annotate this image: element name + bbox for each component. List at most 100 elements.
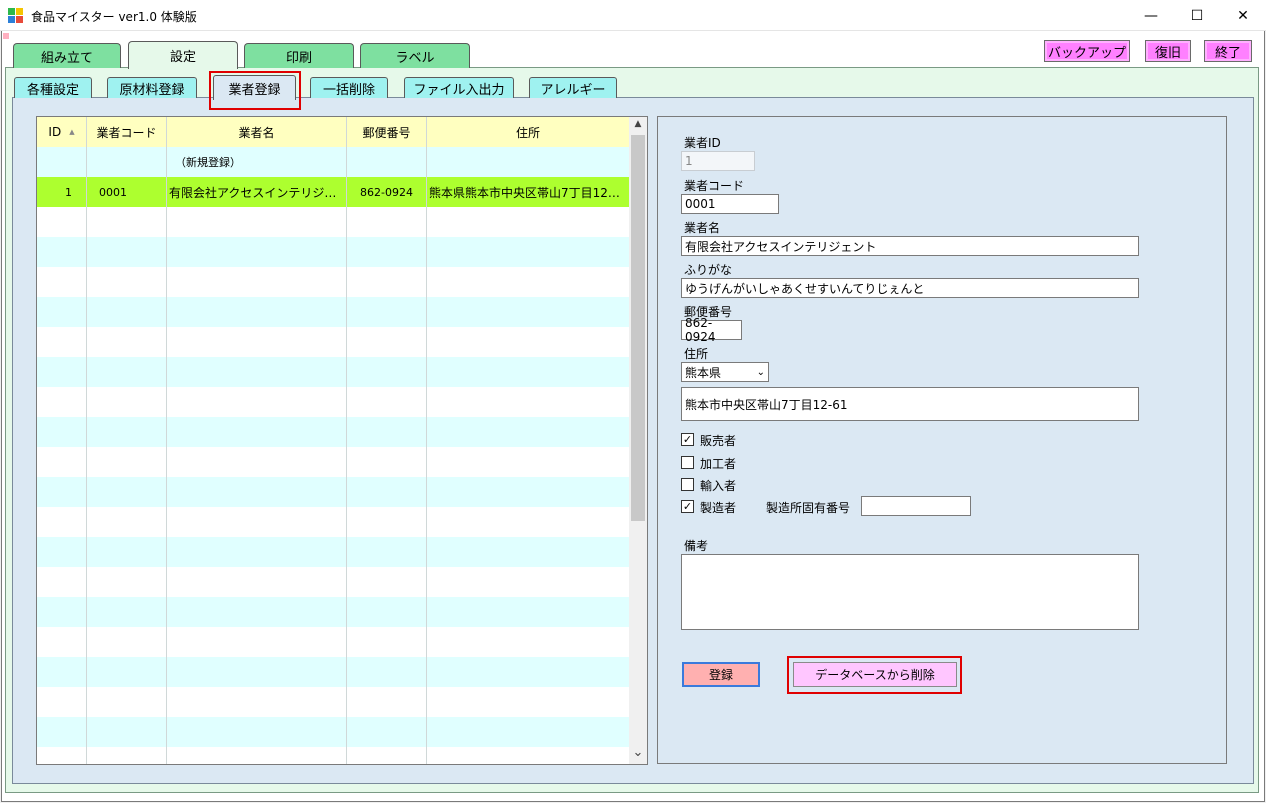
- empty-cell[interactable]: [347, 717, 427, 747]
- processor-checkbox[interactable]: [681, 456, 694, 469]
- empty-cell[interactable]: [37, 477, 87, 507]
- column-header-name[interactable]: 業者名: [167, 117, 347, 147]
- column-header-address[interactable]: 住所: [427, 117, 630, 147]
- empty-cell[interactable]: [167, 387, 347, 417]
- empty-cell[interactable]: [37, 747, 87, 764]
- zip-field[interactable]: 862-0924: [681, 316, 742, 344]
- empty-cell[interactable]: [347, 297, 427, 327]
- empty-cell[interactable]: [347, 477, 427, 507]
- restore-button[interactable]: 復旧: [1145, 40, 1191, 62]
- table-row-empty[interactable]: [37, 417, 630, 447]
- empty-cell[interactable]: [87, 747, 167, 764]
- column-header-zip[interactable]: 郵便番号: [347, 117, 427, 147]
- empty-cell[interactable]: [427, 567, 630, 597]
- table-row-empty[interactable]: [37, 717, 630, 747]
- cell-address[interactable]: 熊本県熊本市中央区帯山7丁目12…: [427, 177, 630, 207]
- empty-cell[interactable]: [167, 717, 347, 747]
- empty-cell[interactable]: [347, 327, 427, 357]
- importer-checkbox[interactable]: [681, 478, 694, 491]
- vendor-code-field[interactable]: 0001: [681, 194, 779, 214]
- cell-zip[interactable]: 862-0924: [347, 177, 427, 207]
- empty-cell[interactable]: [87, 327, 167, 357]
- empty-cell[interactable]: [347, 627, 427, 657]
- empty-cell[interactable]: [37, 447, 87, 477]
- empty-cell[interactable]: [427, 537, 630, 567]
- empty-cell[interactable]: [167, 537, 347, 567]
- empty-cell[interactable]: [167, 477, 347, 507]
- table-row-empty[interactable]: [37, 477, 630, 507]
- empty-cell[interactable]: [37, 567, 87, 597]
- empty-cell[interactable]: [87, 687, 167, 717]
- empty-cell[interactable]: [37, 267, 87, 297]
- empty-cell[interactable]: [347, 237, 427, 267]
- table-row-empty[interactable]: [37, 447, 630, 477]
- vendor-name-field[interactable]: 有限会社アクセスインテリジェント: [681, 236, 1139, 256]
- close-button[interactable]: ✕: [1220, 0, 1266, 31]
- empty-cell[interactable]: [427, 297, 630, 327]
- empty-cell[interactable]: [37, 297, 87, 327]
- empty-cell[interactable]: [167, 357, 347, 387]
- empty-cell[interactable]: [87, 387, 167, 417]
- empty-cell[interactable]: [427, 387, 630, 417]
- empty-cell[interactable]: [427, 327, 630, 357]
- empty-cell[interactable]: [427, 447, 630, 477]
- empty-cell[interactable]: [427, 207, 630, 237]
- table-row-empty[interactable]: [37, 357, 630, 387]
- subtab-allergy[interactable]: アレルギー: [529, 77, 617, 98]
- table-row-empty[interactable]: [37, 627, 630, 657]
- table-row-empty[interactable]: [37, 297, 630, 327]
- empty-cell[interactable]: [167, 237, 347, 267]
- cell-code[interactable]: 0001: [87, 177, 167, 207]
- maximize-button[interactable]: ☐: [1174, 0, 1220, 31]
- column-header-id[interactable]: ID ▲: [37, 117, 87, 147]
- empty-cell[interactable]: [37, 417, 87, 447]
- table-row-empty[interactable]: [37, 537, 630, 567]
- notes-field[interactable]: [681, 554, 1139, 630]
- empty-cell[interactable]: [347, 537, 427, 567]
- new-entry-cell[interactable]: （新規登録）: [167, 147, 347, 177]
- empty-cell[interactable]: [87, 627, 167, 657]
- empty-cell[interactable]: [37, 207, 87, 237]
- empty-cell[interactable]: [427, 267, 630, 297]
- column-header-code[interactable]: 業者コード: [87, 117, 167, 147]
- empty-cell[interactable]: [87, 297, 167, 327]
- empty-cell[interactable]: [347, 447, 427, 477]
- minimize-button[interactable]: —: [1128, 0, 1174, 31]
- empty-cell[interactable]: [427, 717, 630, 747]
- empty-cell[interactable]: [427, 627, 630, 657]
- subtab-file-io[interactable]: ファイル入出力: [404, 77, 514, 98]
- subtab-bulk-delete[interactable]: 一括削除: [310, 77, 388, 98]
- empty-cell[interactable]: [87, 237, 167, 267]
- empty-cell[interactable]: [167, 657, 347, 687]
- empty-cell[interactable]: [87, 657, 167, 687]
- furigana-field[interactable]: ゆうげんがいしゃあくせすいんてりじぇんと: [681, 278, 1139, 298]
- empty-cell[interactable]: [167, 507, 347, 537]
- empty-cell[interactable]: [347, 357, 427, 387]
- empty-cell[interactable]: [167, 327, 347, 357]
- cell-id[interactable]: 1: [37, 177, 87, 207]
- table-row-empty[interactable]: [37, 207, 630, 237]
- subtab-ingredient-registration[interactable]: 原材料登録: [107, 77, 197, 98]
- cell-name[interactable]: 有限会社アクセスインテリジ…: [167, 177, 347, 207]
- empty-cell[interactable]: [167, 297, 347, 327]
- table-row-empty[interactable]: [37, 747, 630, 764]
- backup-button[interactable]: バックアップ: [1044, 40, 1130, 62]
- tab-label[interactable]: ラベル: [360, 43, 470, 68]
- seller-checkbox[interactable]: ✓: [681, 433, 694, 446]
- exit-button[interactable]: 終了: [1204, 40, 1252, 62]
- table-row-empty[interactable]: [37, 567, 630, 597]
- empty-cell[interactable]: [37, 627, 87, 657]
- empty-cell[interactable]: [167, 267, 347, 297]
- empty-cell[interactable]: [167, 417, 347, 447]
- empty-cell[interactable]: [87, 267, 167, 297]
- empty-cell[interactable]: [37, 687, 87, 717]
- scroll-down-arrow[interactable]: ⌄: [630, 745, 646, 761]
- empty-cell[interactable]: [347, 207, 427, 237]
- table-row[interactable]: 1 0001 有限会社アクセスインテリジ… 862-0924 熊本県熊本市中央区…: [37, 177, 630, 207]
- empty-cell[interactable]: [37, 387, 87, 417]
- empty-cell[interactable]: [347, 417, 427, 447]
- empty-cell[interactable]: [427, 477, 630, 507]
- empty-cell[interactable]: [87, 537, 167, 567]
- empty-cell[interactable]: [37, 507, 87, 537]
- empty-cell[interactable]: [427, 597, 630, 627]
